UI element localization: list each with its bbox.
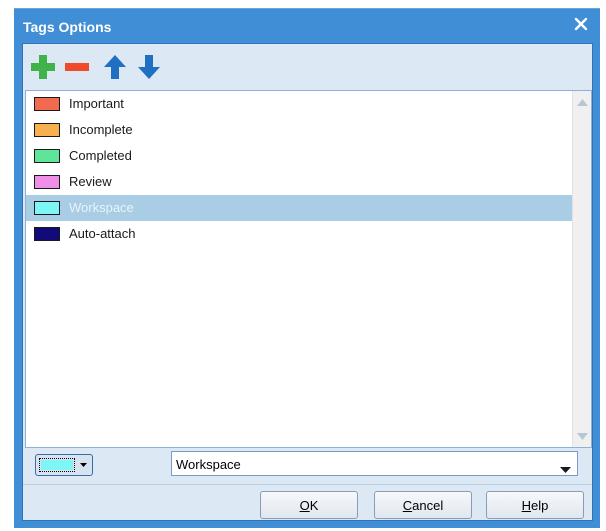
arrow-up-icon (104, 55, 126, 79)
cancel-button[interactable]: Cancel (374, 491, 472, 519)
tag-color-swatch (34, 123, 60, 137)
tag-list-item[interactable]: Workspace (26, 195, 572, 221)
add-icon (31, 55, 55, 79)
tag-color-swatch (34, 149, 60, 163)
tag-list-item[interactable]: Completed (26, 143, 572, 169)
dialog-body: Important Incomplete Completed Review Worksp… (22, 43, 593, 521)
help-button[interactable]: Help (486, 491, 584, 519)
tags-options-dialog: Tags Options Important Incomplete Comple… (14, 8, 600, 528)
tag-list-item[interactable]: Review (26, 169, 572, 195)
ok-button-mnemonic: O (299, 497, 310, 513)
vertical-scrollbar[interactable] (572, 91, 591, 447)
arrow-down-icon (138, 55, 160, 79)
remove-icon (65, 63, 89, 71)
divider (23, 484, 592, 485)
ok-button-label: K (309, 497, 319, 513)
tags-list[interactable]: Important Incomplete Completed Review Worksp… (25, 90, 592, 448)
color-swatch (39, 458, 75, 472)
cancel-button-label: ancel (412, 497, 444, 513)
move-up-button[interactable] (98, 48, 132, 86)
tag-list-item[interactable]: Incomplete (26, 117, 572, 143)
dialog-title: Tags Options (23, 19, 112, 35)
tag-label: Workspace (69, 200, 134, 215)
tag-list-item[interactable]: Auto-attach (26, 221, 572, 247)
tag-color-swatch (34, 201, 60, 215)
remove-tag-button[interactable] (60, 48, 94, 86)
help-button-label: elp (531, 497, 549, 513)
ok-button[interactable]: OK (260, 491, 358, 519)
tag-label: Review (69, 174, 112, 189)
tag-name-combobox[interactable]: Workspace (171, 451, 578, 476)
tag-name-value: Workspace (176, 457, 241, 472)
cancel-button-mnemonic: C (402, 497, 413, 513)
tag-label: Important (69, 96, 124, 111)
close-icon[interactable] (570, 13, 592, 35)
tag-label: Auto-attach (69, 226, 136, 241)
tag-label: Incomplete (69, 122, 133, 137)
tag-color-swatch (34, 227, 60, 241)
tag-label: Completed (69, 148, 132, 163)
title-bar[interactable]: Tags Options (14, 9, 600, 43)
scroll-up-icon[interactable] (575, 94, 590, 110)
move-down-button[interactable] (132, 48, 166, 86)
tag-list-item[interactable]: Important (26, 91, 572, 117)
scroll-down-icon[interactable] (575, 428, 590, 444)
chevron-down-icon[interactable] (560, 461, 571, 476)
tag-color-swatch (34, 175, 60, 189)
tag-color-swatch (34, 97, 60, 111)
color-picker-button[interactable] (35, 454, 93, 476)
add-tag-button[interactable] (26, 48, 60, 86)
help-button-mnemonic: H (521, 497, 532, 513)
chevron-down-icon (78, 458, 88, 472)
toolbar (26, 48, 166, 88)
